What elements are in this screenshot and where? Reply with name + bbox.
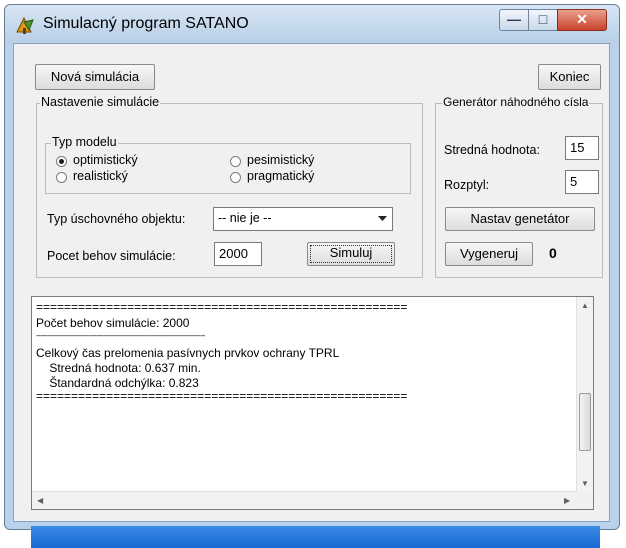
variance-input[interactable]: 5 [565,170,599,194]
radio-realistic[interactable] [56,172,67,183]
generator-title: Generátor náhodného císla [442,95,590,109]
simulate-button[interactable]: Simuluj [307,242,395,266]
output-line: ----------------------------------------… [36,331,205,340]
object-type-value: -- nie je -- [218,211,272,225]
option-realistic-label: realistický [73,169,128,183]
object-type-select[interactable]: -- nie je -- [213,207,393,231]
title-bar[interactable]: Simulacný program SATANO — □ ✕ [5,5,619,43]
maximize-icon: □ [538,11,548,27]
scroll-left-icon[interactable]: ◀ [37,496,43,505]
vertical-scrollbar[interactable]: ▲ ▼ [576,297,593,493]
generated-value: 0 [549,245,557,261]
generate-button[interactable]: Vygeneruj [445,242,533,266]
progress-bar [31,526,600,548]
new-simulation-button[interactable]: Nová simulácia [35,64,155,90]
maximize-button[interactable]: □ [528,9,558,31]
close-icon: ✕ [576,11,588,27]
object-type-label: Typ úschovného objektu: [47,212,186,226]
option-pragmatic-label: pragmatický [247,169,315,183]
simulation-settings-title: Nastavenie simulácie [40,95,161,109]
set-generator-button[interactable]: Nastav genetátor [445,207,595,231]
output-line: ========================================… [36,389,408,403]
scroll-right-icon[interactable]: ▶ [564,496,570,505]
scrollbar-corner [577,492,593,509]
minimize-icon: — [507,11,521,27]
output-line: Počet behov simulácie: 2000 [36,316,190,330]
radio-selected-dot [59,159,64,164]
horizontal-scrollbar[interactable]: ◀ ▶ [32,491,578,509]
output-line: Celkový čas prelomenia pasívnych prvkov … [36,346,340,360]
radio-optimistic[interactable] [56,156,67,167]
mean-label: Stredná hodnota: [444,143,540,157]
output-line: Štandardná odchýlka: 0.823 [36,376,199,390]
mean-input[interactable]: 15 [565,136,599,160]
output-text-area[interactable]: ========================================… [31,296,594,510]
window-title: Simulacný program SATANO [43,15,249,32]
model-type-title: Typ modelu [51,135,118,149]
app-tree-icon [16,16,34,34]
chevron-down-icon [378,216,387,221]
scroll-up-icon[interactable]: ▲ [581,301,589,310]
scroll-down-icon[interactable]: ▼ [581,479,589,488]
vertical-scroll-thumb[interactable] [579,393,591,451]
client-area: Nová simulácia Koniec Nastavenie simulác… [13,43,610,548]
runs-input[interactable]: 2000 [214,242,262,266]
option-pessimistic-label: pesimistický [247,153,315,167]
option-optimistic-label: optimistický [73,153,138,167]
minimize-button[interactable]: — [499,9,529,31]
close-button[interactable]: ✕ [557,9,607,31]
app-window: Simulacný program SATANO — □ ✕ Nová simu… [4,4,620,548]
variance-label: Rozptyl: [444,178,490,192]
end-button[interactable]: Koniec [538,64,601,90]
output-line: Stredná hodnota: 0.637 min. [36,361,201,375]
radio-pragmatic[interactable] [230,172,241,183]
runs-label: Pocet behov simulácie: [47,249,176,263]
radio-pessimistic[interactable] [230,156,241,167]
output-line: ========================================… [36,300,408,314]
